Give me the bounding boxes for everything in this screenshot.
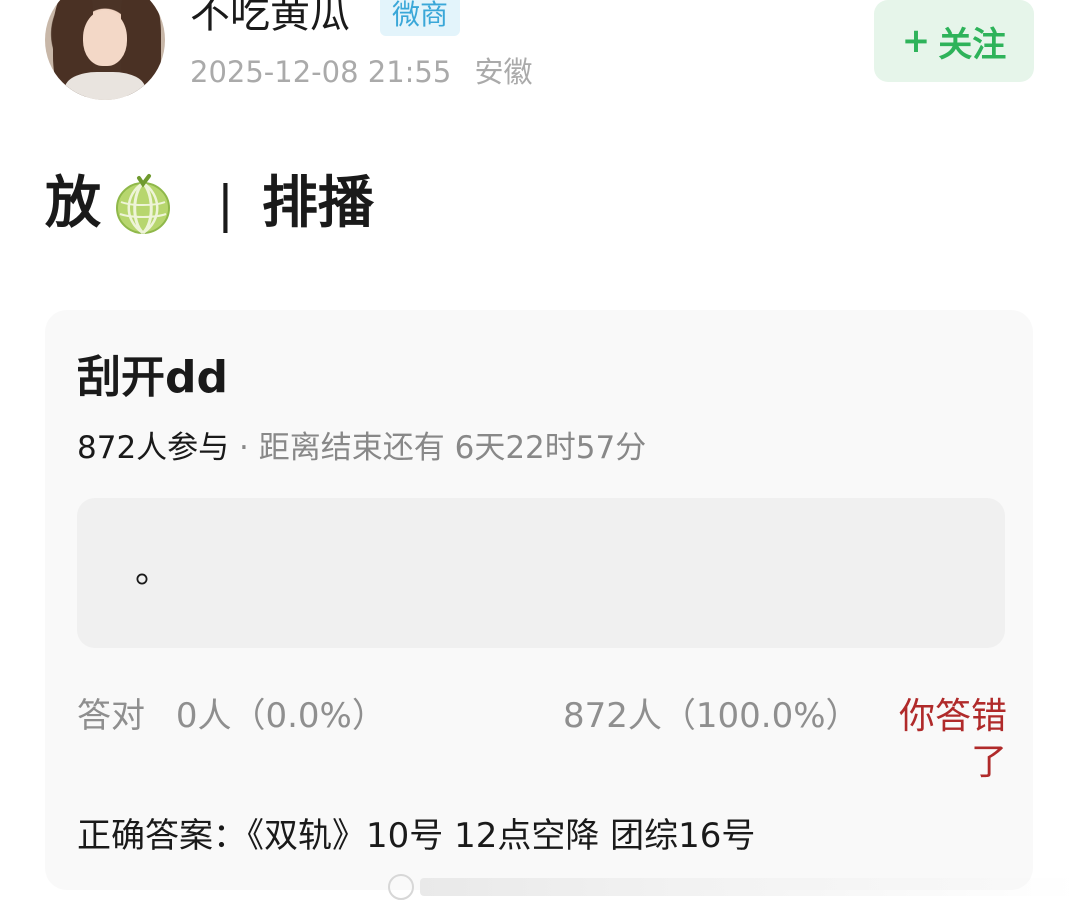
follow-button[interactable]: + 关注 [874, 0, 1034, 82]
wrong-stat: 872人（100.0%） [563, 696, 860, 736]
avatar-shirt [65, 72, 145, 100]
post-text-suffix: 排播 [261, 171, 374, 236]
author-badge: 微商 [380, 0, 461, 36]
quiz-title: 刮开dd [77, 352, 228, 403]
melon-icon [111, 172, 175, 236]
quiz-participants: 872人参与 [77, 430, 230, 466]
correct-count: 0人（0.0%） [175, 696, 386, 736]
quiz-option-text: 。 [135, 550, 172, 591]
quiz-option[interactable]: 。 [77, 498, 1005, 648]
correct-label: 答对 [77, 696, 145, 736]
post-text: 放 | 排播 [45, 168, 374, 240]
post-separator: | [217, 175, 234, 233]
correct-stat: 答对 0人（0.0%） [77, 694, 386, 738]
post-timestamp: 2025-12-08 21:55 [190, 55, 452, 89]
post-text-prefix: 放 [45, 171, 101, 236]
result-text: 你答错了 [898, 696, 1007, 783]
avatar-face [83, 10, 127, 66]
watermark [388, 872, 1078, 902]
author-name[interactable]: 不吃黄瓜 [190, 0, 350, 40]
post-meta: 2025-12-08 21:55 安徽 [190, 54, 533, 90]
avatar[interactable] [45, 0, 165, 100]
watermark-icon [388, 874, 414, 900]
quiz-dot: · [239, 430, 249, 466]
plus-icon: + [901, 21, 931, 61]
weibo-post-screen: 不吃黄瓜 微商 2025-12-08 21:55 安徽 + 关注 放 | 排播 [0, 0, 1080, 911]
quiz-deadline: 距离结束还有 6天22时57分 [258, 430, 647, 466]
quiz-subtitle: 872人参与 · 距离结束还有 6天22时57分 [77, 428, 646, 468]
watermark-bar [420, 878, 1078, 896]
quiz-card: 刮开dd 872人参与 · 距离结束还有 6天22时57分 。 答对 0人（0.… [45, 310, 1033, 890]
correct-answer: 正确答案：《双轨》10号 12点空降 团综16号 [77, 816, 756, 856]
follow-label: 关注 [938, 24, 1007, 65]
post-location: 安徽 [474, 55, 533, 89]
